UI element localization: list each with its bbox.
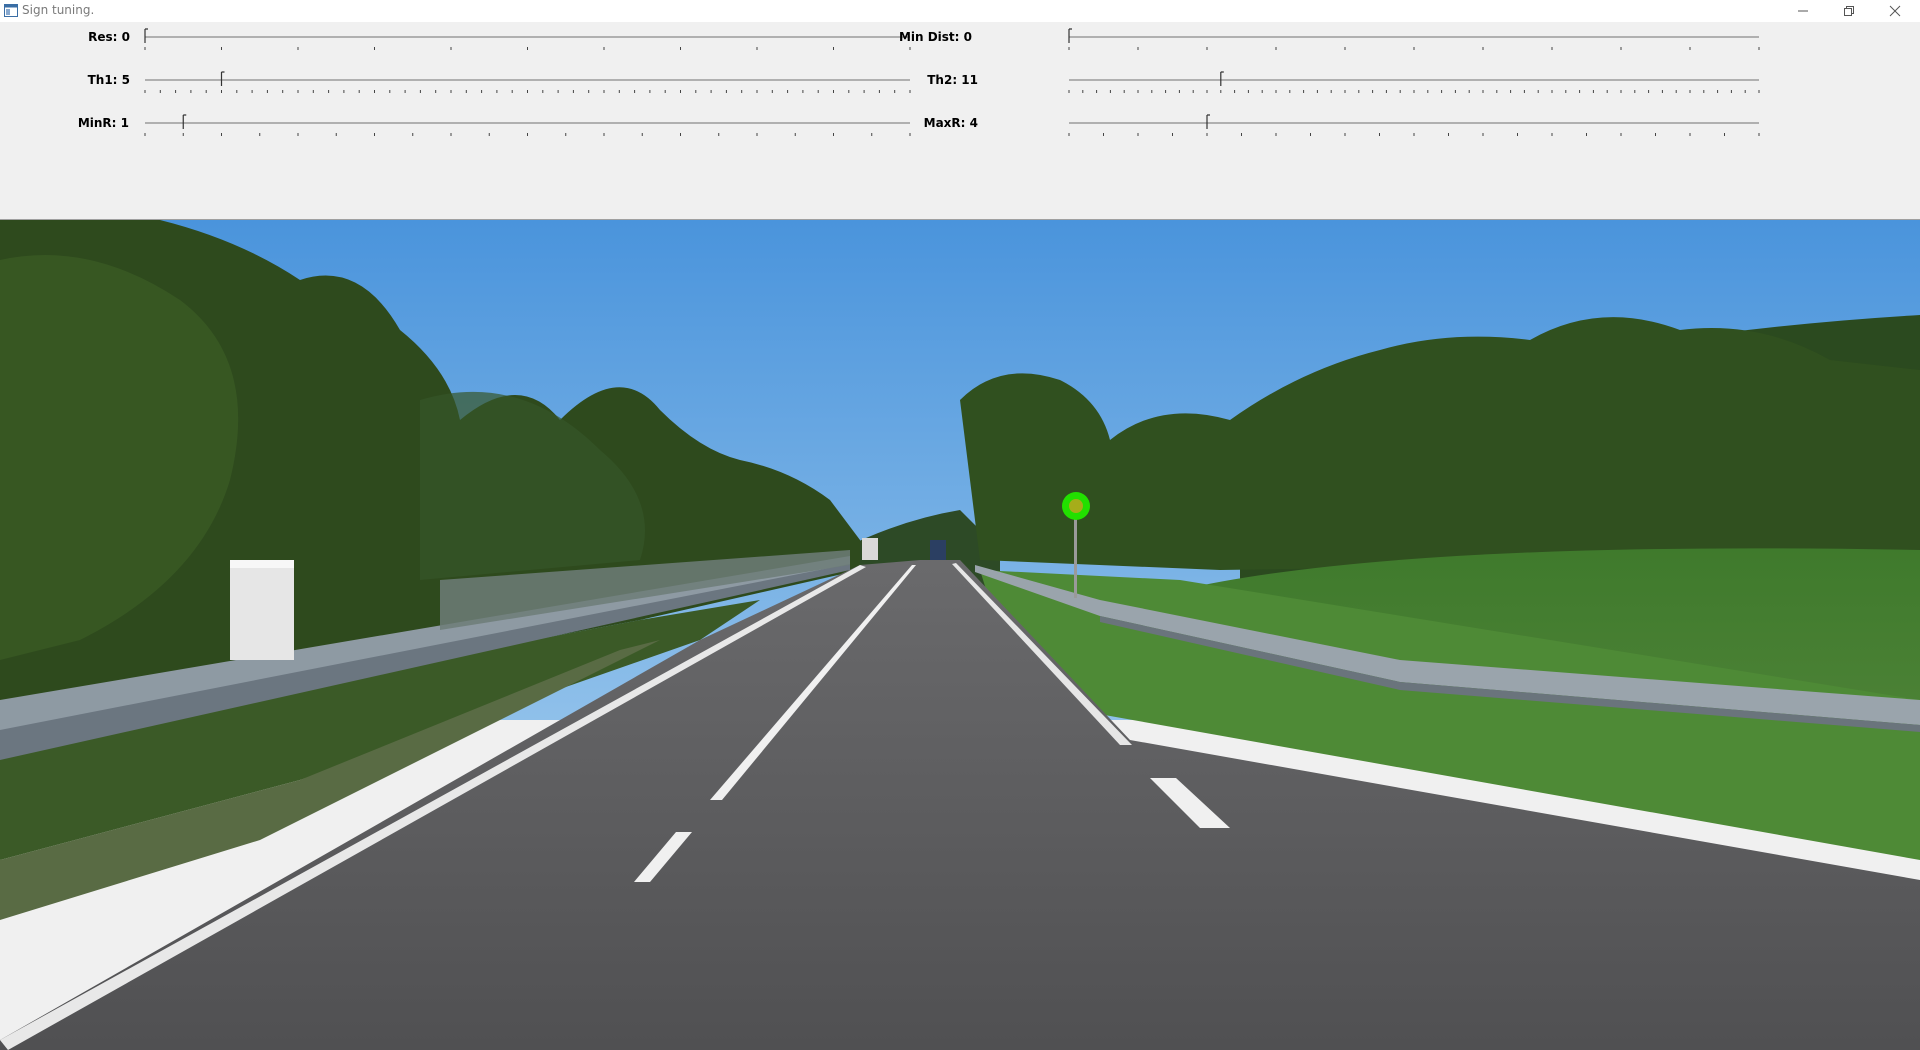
trackbar-graphic bbox=[1068, 28, 1760, 50]
restore-icon bbox=[1844, 6, 1854, 16]
restore-button[interactable] bbox=[1826, 0, 1872, 22]
trackbar-thumb[interactable] bbox=[182, 114, 187, 129]
trackbar-thumb[interactable] bbox=[1068, 28, 1072, 43]
trackbar-graphic bbox=[144, 114, 911, 136]
trackbar-slider[interactable] bbox=[1064, 25, 1764, 55]
trackbar-res[interactable]: Res: 0 bbox=[0, 25, 920, 55]
vehicle bbox=[862, 538, 878, 560]
trackbar-thumb[interactable] bbox=[1206, 114, 1210, 129]
trackbar-slider[interactable] bbox=[140, 68, 915, 98]
trackbar-thumb[interactable] bbox=[144, 28, 148, 43]
trackbar-label: Res: 0 bbox=[88, 30, 130, 44]
trackbar-label: Th2: 11 bbox=[927, 73, 978, 87]
trackbar-label: Th1: 5 bbox=[87, 73, 130, 87]
trackbar-maxr[interactable]: MaxR: 4 bbox=[920, 111, 1920, 141]
utility-box bbox=[230, 560, 294, 660]
road-scene-image bbox=[0, 219, 1920, 1050]
trackbar-th2[interactable]: Th2: 11 bbox=[920, 68, 1920, 98]
vehicle bbox=[930, 540, 946, 560]
trackbar-thumb[interactable] bbox=[1220, 71, 1224, 86]
close-icon bbox=[1889, 5, 1901, 17]
trackbar-min-dist[interactable]: Min Dist: 0 bbox=[899, 25, 1920, 55]
trackbar-thumb[interactable] bbox=[220, 71, 225, 86]
trackbar-graphic bbox=[144, 28, 911, 50]
trackbar-graphic bbox=[1068, 71, 1760, 93]
app-window-icon bbox=[4, 4, 18, 17]
trackbar-minr[interactable]: MinR: 1 bbox=[0, 111, 920, 141]
trackbar-graphic bbox=[1068, 114, 1760, 136]
minimize-icon bbox=[1798, 10, 1808, 12]
trackbar-slider[interactable] bbox=[1064, 111, 1764, 141]
title-bar: Sign tuning. bbox=[0, 0, 1920, 23]
trackbar-th1[interactable]: Th1: 5 bbox=[0, 68, 920, 98]
trackbar-slider[interactable] bbox=[140, 25, 915, 55]
minimize-button[interactable] bbox=[1780, 0, 1826, 22]
trackbar-slider[interactable] bbox=[140, 111, 915, 141]
trackbar-graphic bbox=[144, 71, 911, 93]
close-button[interactable] bbox=[1872, 0, 1918, 22]
trackbar-label: Min Dist: 0 bbox=[898, 30, 972, 44]
sign-pole bbox=[1074, 518, 1077, 598]
trackbar-panel: Res: 0 Min Dist: 0 Th1: 5 Th2: 11 MinR: … bbox=[0, 22, 1920, 219]
trackbar-slider[interactable] bbox=[1064, 68, 1764, 98]
trackbar-label: MaxR: 4 bbox=[923, 116, 978, 130]
trackbar-label: MinR: 1 bbox=[77, 116, 129, 130]
window-title: Sign tuning. bbox=[22, 3, 95, 17]
